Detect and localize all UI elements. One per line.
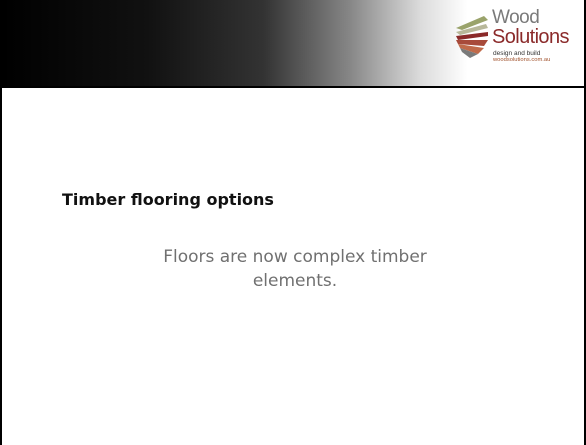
slide-title: Timber flooring options xyxy=(62,190,274,209)
logo-tagline: design and build xyxy=(493,50,541,57)
logo-wordmark-solutions: Solutions xyxy=(492,26,569,48)
wood-solutions-logo: Wood Solutions design and build woodsolu… xyxy=(454,8,584,72)
header-divider xyxy=(2,86,584,88)
logo-wordmark-wood: Wood xyxy=(492,7,540,28)
logo-url: woodsolutions.com.au xyxy=(493,57,551,63)
slide-body-text: Floors are now complex timber elements. xyxy=(163,247,427,291)
wood-solutions-emblem-icon xyxy=(456,16,488,58)
slide: Wood Solutions design and build woodsolu… xyxy=(0,0,586,445)
